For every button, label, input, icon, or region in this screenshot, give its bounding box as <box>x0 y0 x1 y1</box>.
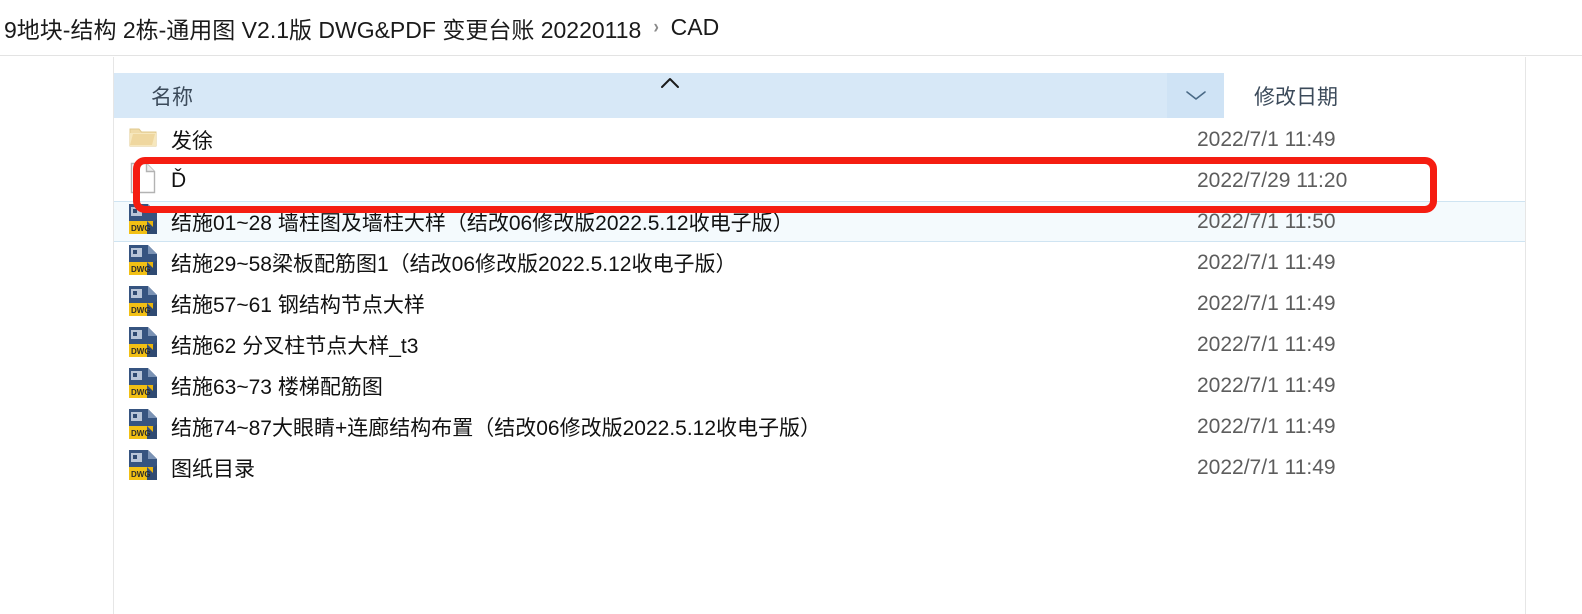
file-icon-cell: DWG <box>114 367 171 404</box>
file-row[interactable]: DWG 图纸目录 2022/7/1 11:49 <box>114 447 1525 488</box>
file-icon-cell: DWG <box>114 285 171 322</box>
dwg-file-icon: DWG <box>127 285 159 322</box>
file-modified-date: 2022/7/29 11:20 <box>1197 168 1348 192</box>
file-list[interactable]: 发徐 2022/7/1 11:49 Ď 2022/7/29 11:20 DWG 结施01~… <box>114 119 1525 488</box>
column-header-dropdown[interactable] <box>1167 73 1224 118</box>
file-explorer-window: 9地块-结构 2栋-通用图 V2.1版 DWG&PDF 变更台账 2022011… <box>0 0 1582 614</box>
file-icon-cell <box>114 162 171 199</box>
file-row[interactable]: DWG 结施01~28 墙柱图及墙柱大样（结改06修改版2022.5.12收电子版… <box>114 201 1525 242</box>
column-header-name-label: 名称 <box>151 85 193 109</box>
file-modified-date: 2022/7/1 11:49 <box>1197 291 1336 315</box>
file-name[interactable]: 结施74~87大眼睛+连廊结构布置（结改06修改版2022.5.12收电子版） <box>171 412 821 442</box>
file-name[interactable]: 结施62 分叉柱节点大样_t3 <box>171 330 418 360</box>
svg-text:DWG: DWG <box>131 265 151 274</box>
folder-icon <box>128 124 158 155</box>
details-pane <box>1526 57 1582 614</box>
file-modified-date: 2022/7/1 11:49 <box>1197 250 1336 274</box>
file-name[interactable]: 结施01~28 墙柱图及墙柱大样（结改06修改版2022.5.12收电子版） <box>171 207 794 237</box>
address-bar[interactable]: 9地块-结构 2栋-通用图 V2.1版 DWG&PDF 变更台账 2022011… <box>0 0 1582 56</box>
file-modified-date: 2022/7/1 11:49 <box>1197 127 1336 151</box>
svg-text:DWG: DWG <box>131 429 151 438</box>
file-icon-cell <box>114 124 171 155</box>
file-row[interactable]: DWG 结施62 分叉柱节点大样_t3 2022/7/1 11:49 <box>114 324 1525 365</box>
file-row[interactable]: 发徐 2022/7/1 11:49 <box>114 119 1525 160</box>
navigation-pane[interactable] <box>0 57 114 614</box>
svg-text:DWG: DWG <box>131 470 151 479</box>
file-name[interactable]: Ď <box>171 169 186 193</box>
file-list-area[interactable]: 名称 修改日期 发徐 2022/7/1 11:49 Ď 2022/7/29 11:20… <box>114 57 1525 614</box>
file-row[interactable]: DWG 结施57~61 钢结构节点大样 2022/7/1 11:49 <box>114 283 1525 324</box>
file-modified-date: 2022/7/1 11:49 <box>1197 373 1336 397</box>
file-modified-date: 2022/7/1 11:49 <box>1197 455 1336 479</box>
svg-text:DWG: DWG <box>131 347 151 356</box>
column-header-name[interactable]: 名称 <box>114 73 1167 118</box>
file-name[interactable]: 结施63~73 楼梯配筋图 <box>171 371 383 401</box>
file-icon-cell: DWG <box>114 244 171 281</box>
file-row[interactable]: DWG 结施74~87大眼睛+连廊结构布置（结改06修改版2022.5.12收电子… <box>114 406 1525 447</box>
breadcrumb-item-root[interactable]: 9地块-结构 2栋-通用图 V2.1版 DWG&PDF 变更台账 2022011… <box>4 11 641 45</box>
column-header-date-label: 修改日期 <box>1254 85 1338 109</box>
dwg-file-icon: DWG <box>127 367 159 404</box>
file-name[interactable]: 结施57~61 钢结构节点大样 <box>171 289 425 319</box>
breadcrumb-item-current[interactable]: CAD <box>671 14 720 41</box>
file-modified-date: 2022/7/1 11:49 <box>1197 332 1336 356</box>
dwg-file-icon: DWG <box>127 326 159 363</box>
file-modified-date: 2022/7/1 11:49 <box>1197 414 1336 438</box>
chevron-down-icon <box>1185 89 1207 102</box>
file-icon-cell: DWG <box>114 449 171 486</box>
file-icon-cell: DWG <box>114 408 171 445</box>
svg-text:DWG: DWG <box>131 388 151 397</box>
file-modified-date: 2022/7/1 11:50 <box>1197 209 1336 233</box>
caret-up-icon <box>660 77 680 89</box>
dwg-file-icon: DWG <box>127 244 159 281</box>
svg-text:DWG: DWG <box>131 224 151 233</box>
svg-text:DWG: DWG <box>131 306 151 315</box>
dwg-file-icon: DWG <box>127 203 159 240</box>
breadcrumb-separator-icon: › <box>653 16 660 38</box>
dwg-file-icon: DWG <box>127 449 159 486</box>
dwg-file-icon: DWG <box>127 408 159 445</box>
column-header-date[interactable]: 修改日期 <box>1224 73 1513 118</box>
file-row[interactable]: DWG 结施63~73 楼梯配筋图 2022/7/1 11:49 <box>114 365 1525 406</box>
file-row[interactable]: Ď 2022/7/29 11:20 <box>114 160 1525 201</box>
column-header-row: 名称 修改日期 <box>114 73 1513 118</box>
file-name[interactable]: 结施29~58梁板配筋图1（结改06修改版2022.5.12收电子版） <box>171 248 736 278</box>
file-icon-cell: DWG <box>114 203 171 240</box>
file-row[interactable]: DWG 结施29~58梁板配筋图1（结改06修改版2022.5.12收电子版） 20… <box>114 242 1525 283</box>
blank-file-icon <box>130 162 156 199</box>
file-icon-cell: DWG <box>114 326 171 363</box>
file-name[interactable]: 图纸目录 <box>171 453 255 483</box>
file-name[interactable]: 发徐 <box>171 125 213 155</box>
